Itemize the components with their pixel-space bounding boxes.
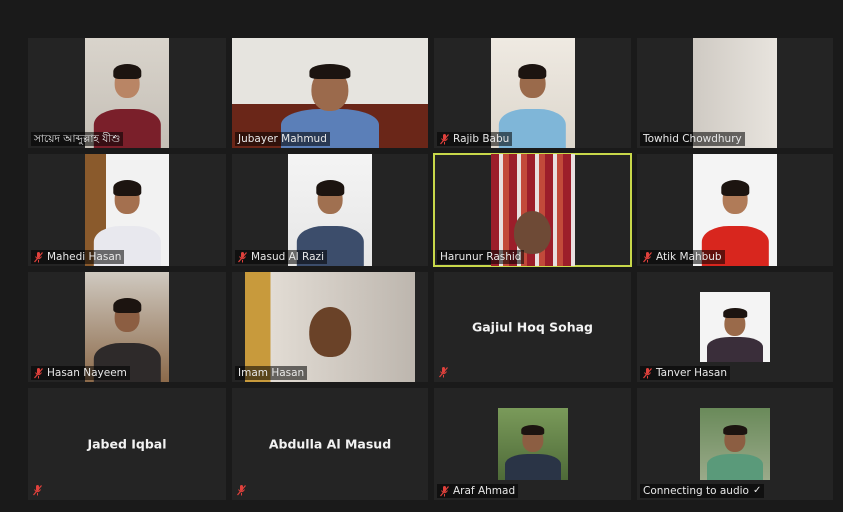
mic-muted-icon [439, 367, 448, 378]
mic-muted-icon [237, 485, 246, 496]
participant-tile[interactable]: Hasan Nayeem [28, 272, 226, 382]
participant-tile[interactable]: Araf Ahmad [434, 388, 631, 500]
participant-tile[interactable]: Masud Al Razi [232, 154, 428, 266]
participant-name: Masud Al Razi [251, 251, 324, 263]
participant-name: সায়েদ আব্দুল্লাহ যীশু [34, 133, 121, 145]
participant-video [700, 292, 770, 362]
participant-tile[interactable]: Imam Hasan [232, 272, 428, 382]
participant-name: Jabed Iqbal [87, 436, 167, 452]
mic-muted-icon [643, 251, 652, 262]
participant-name: Abdulla Al Masud [268, 436, 392, 452]
mic-muted-icon [440, 485, 449, 496]
participant-tile[interactable]: Atik Mahbub [637, 154, 833, 266]
connecting-audio-status: Connecting to audio ✓ [640, 484, 765, 498]
participant-tile[interactable]: Abdulla Al Masud [232, 388, 428, 500]
participant-name: Mahedi Hasan [47, 251, 122, 263]
participant-name: Rajib Babu [453, 133, 510, 145]
participant-name: Araf Ahmad [453, 485, 516, 497]
participant-name: Gajiul Hoq Sohag [471, 319, 594, 335]
participant-name-label: Mahedi Hasan [31, 250, 125, 264]
mic-muted-icon [34, 367, 43, 378]
mic-muted-icon [440, 133, 449, 144]
participant-name: Atik Mahbub [656, 251, 722, 263]
participant-name-label: Araf Ahmad [437, 484, 519, 498]
participant-tile[interactable]: Tanver Hasan [637, 272, 833, 382]
participant-name: Imam Hasan [238, 367, 305, 379]
active-speaker-tile[interactable]: Harunur Rashid [433, 153, 632, 267]
participant-name-label: Imam Hasan [235, 366, 308, 380]
video-grid: সায়েদ আব্দুল্লাহ যীশু Jubayer Mahmud Ra… [28, 38, 833, 500]
participant-tile[interactable]: Rajib Babu [434, 38, 631, 148]
participant-tile[interactable]: Towhid Chowdhury [637, 38, 833, 148]
participant-name-label: সায়েদ আব্দুল্লাহ যীশু [31, 132, 124, 146]
participant-name: Hasan Nayeem [47, 367, 127, 379]
participant-name-label: Jubayer Mahmud [235, 132, 330, 146]
participant-tile[interactable]: Gajiul Hoq Sohag [434, 272, 631, 382]
participant-name-label: Rajib Babu [437, 132, 513, 146]
mic-muted-icon [34, 251, 43, 262]
participant-name-label: Towhid Chowdhury [640, 132, 745, 146]
participant-video [700, 408, 770, 480]
participant-name-label: Harunur Rashid [437, 250, 525, 264]
participant-video [497, 408, 568, 480]
participant-name: Jubayer Mahmud [238, 133, 327, 145]
participant-tile[interactable]: সায়েদ আব্দুল্লাহ যীশু [28, 38, 226, 148]
participant-name: Tanver Hasan [656, 367, 727, 379]
participant-tile[interactable]: Connecting to audio ✓ [637, 388, 833, 500]
mic-muted-icon [238, 251, 247, 262]
participant-name-label: Tanver Hasan [640, 366, 730, 380]
checkmark-icon: ✓ [752, 485, 762, 496]
participant-tile[interactable]: Jabed Iqbal [28, 388, 226, 500]
participant-name: Towhid Chowdhury [643, 133, 742, 145]
participant-name: Harunur Rashid [440, 251, 522, 263]
participant-tile[interactable]: Mahedi Hasan [28, 154, 226, 266]
participant-tile[interactable]: Jubayer Mahmud [232, 38, 428, 148]
participant-name-label: Masud Al Razi [235, 250, 327, 264]
participant-name-label: Atik Mahbub [640, 250, 725, 264]
mic-muted-icon [643, 367, 652, 378]
status-text: Connecting to audio [643, 485, 749, 497]
mic-muted-icon [33, 485, 42, 496]
participant-name-label: Hasan Nayeem [31, 366, 130, 380]
